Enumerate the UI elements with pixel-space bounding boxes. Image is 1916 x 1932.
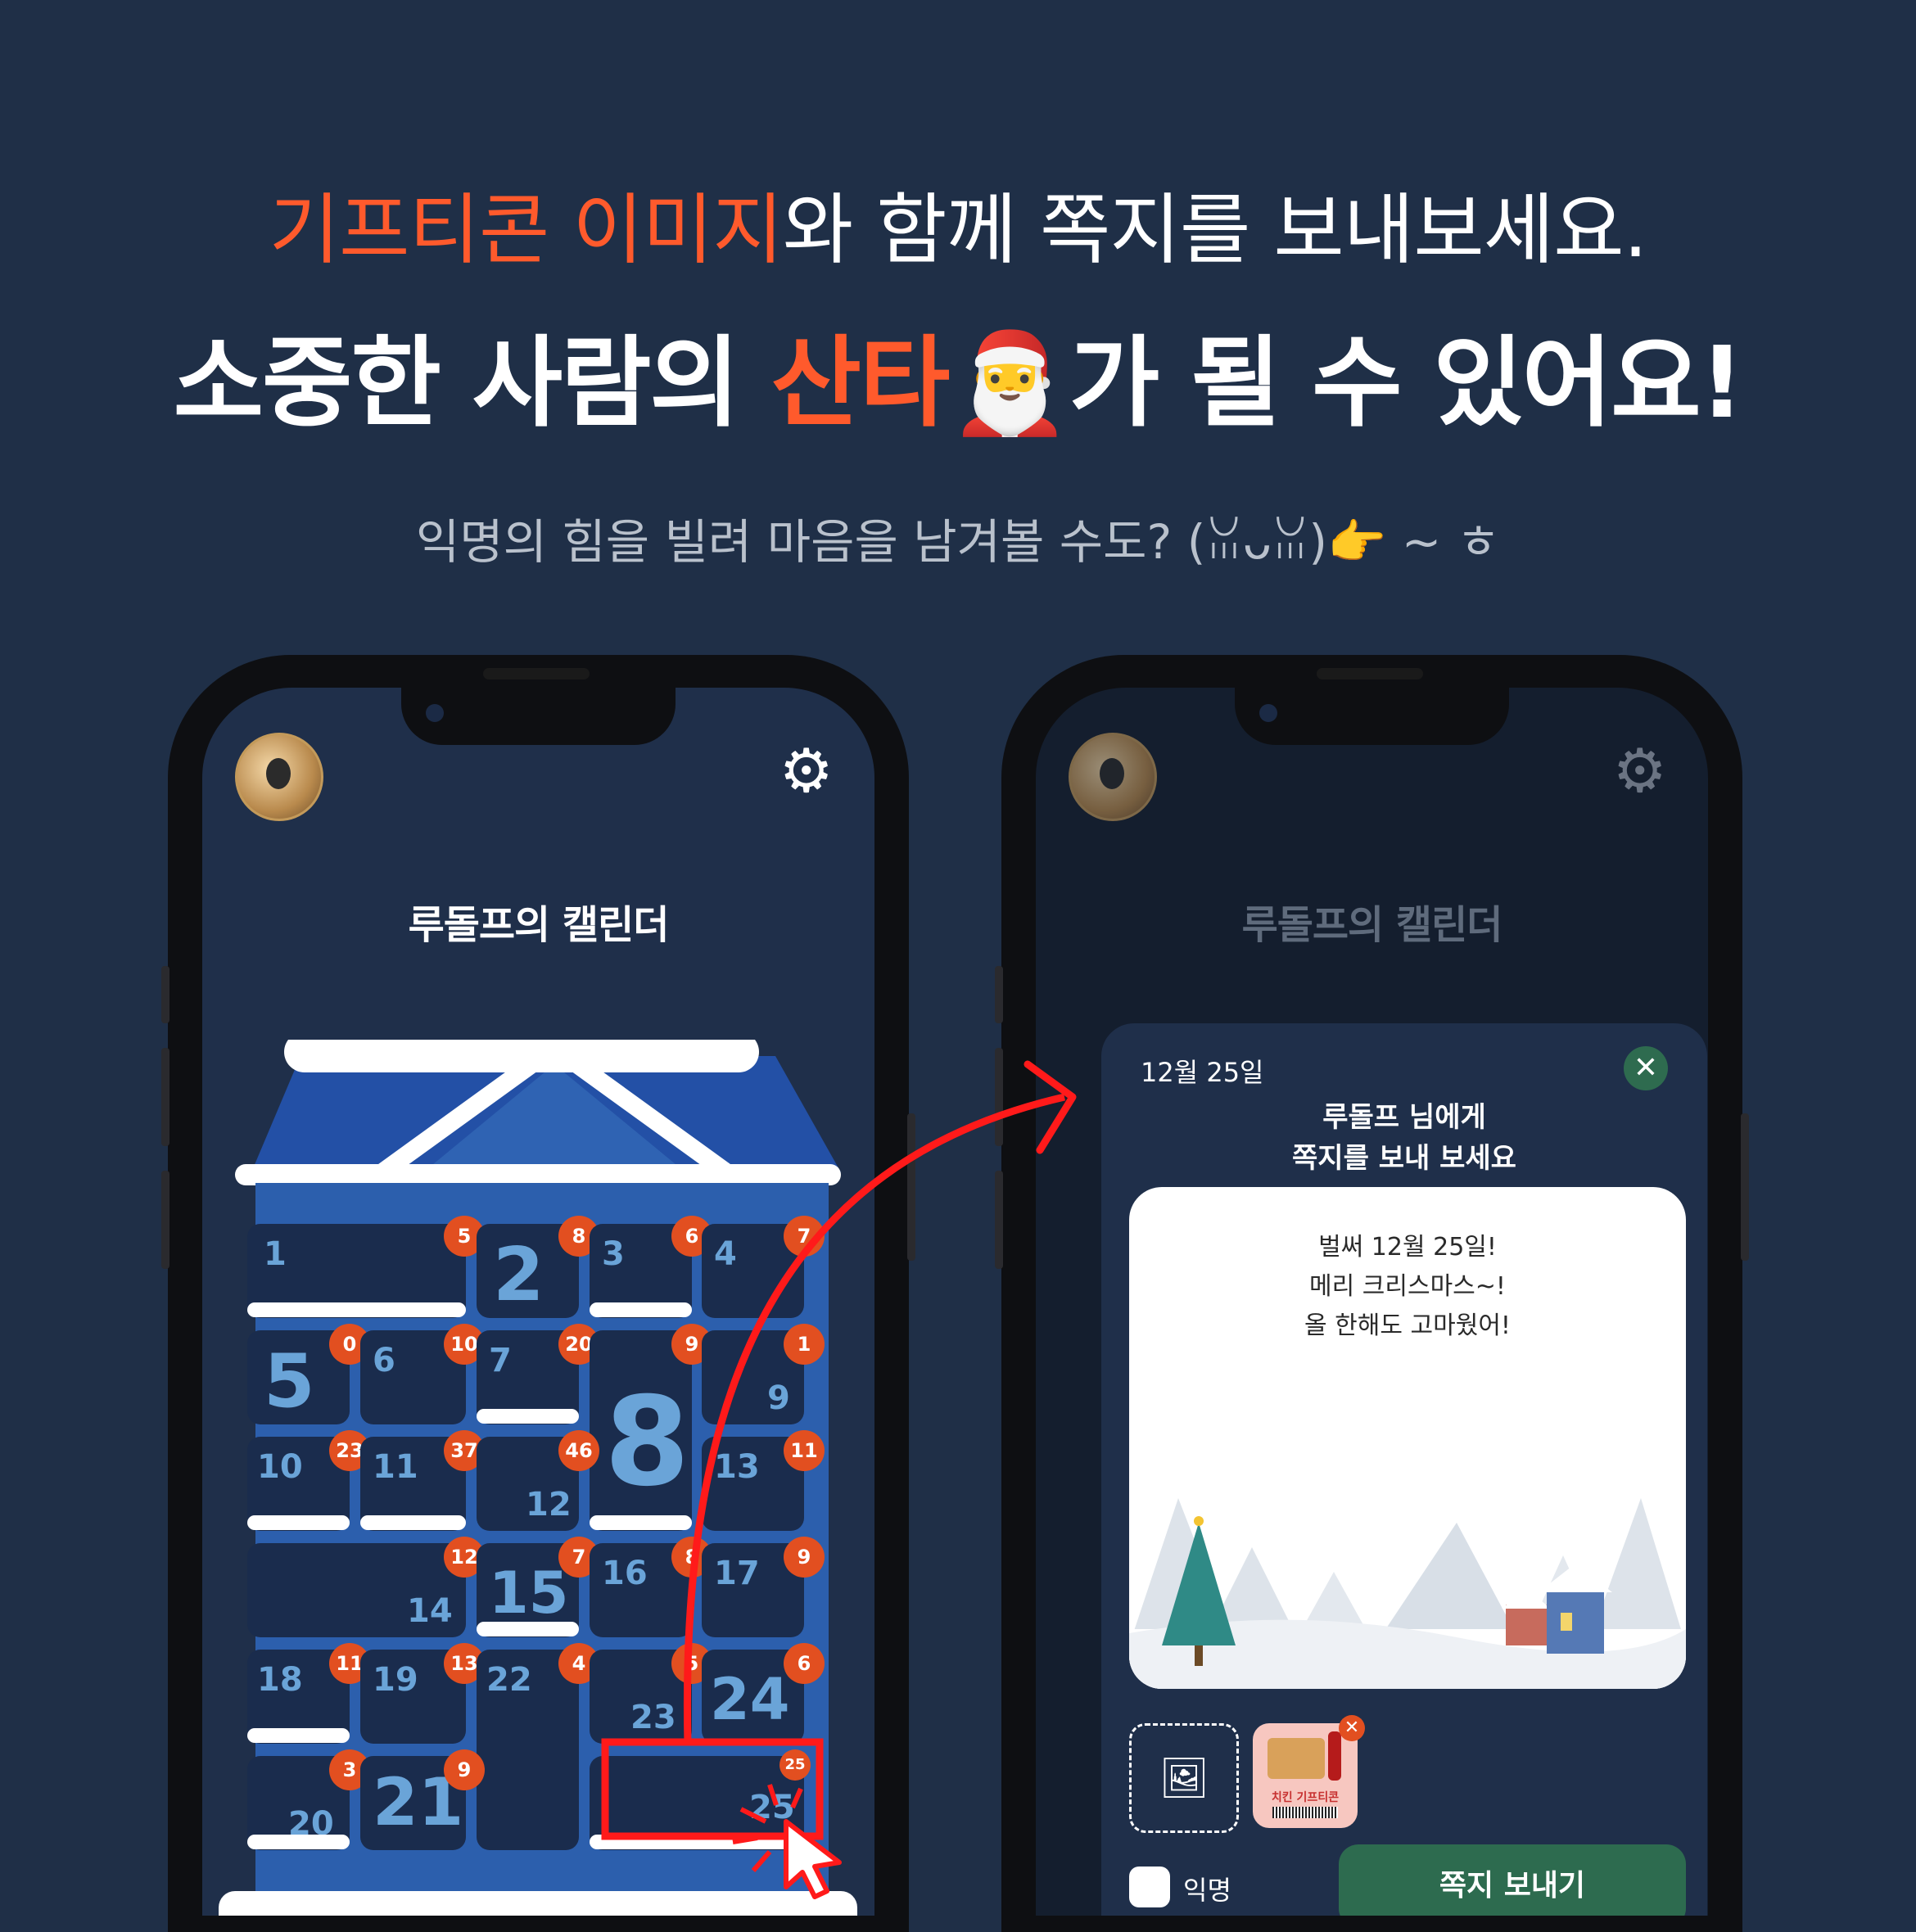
- santa-emoji: 🎅: [948, 327, 1070, 440]
- avatar[interactable]: [235, 733, 323, 821]
- headline2-before: 소중한 사람의: [173, 327, 771, 440]
- close-icon[interactable]: ✕: [1624, 1046, 1668, 1090]
- message-count-badge: 9: [444, 1749, 485, 1790]
- remove-gifticon-icon[interactable]: ✕: [1339, 1715, 1365, 1741]
- avatar[interactable]: [1069, 733, 1157, 821]
- camera-icon: [1259, 704, 1277, 722]
- anonymous-label: 익명: [1183, 1875, 1231, 1906]
- gear-icon[interactable]: ⚙: [780, 741, 834, 801]
- message-count-badge: 25: [780, 1749, 811, 1781]
- message-line: 메리 크리스마스~!: [1309, 1272, 1506, 1301]
- calendar-title: 루돌프의 캘린더: [408, 902, 670, 948]
- day-cell-8[interactable]: 8: [590, 1330, 692, 1531]
- modal-title-line2: 쪽지를 보내 보세요: [1292, 1142, 1516, 1175]
- camera-icon: [426, 704, 444, 722]
- message-line: 벌써 12월 25일!: [1318, 1233, 1497, 1262]
- modal-date: 12월 25일: [1141, 1057, 1264, 1088]
- day-cell-25[interactable]: 25: [590, 1756, 804, 1850]
- headline-line1: 기프티콘 이미지와 함께 쪽지를 보내보세요.: [0, 168, 1916, 279]
- right-phone: ⚙ 루돌프의 캘린더 12월 25일 ✕ 루돌프 님에게 쪽지를 보내 보세요 …: [995, 655, 1749, 1932]
- headline2-highlight: 산타: [770, 327, 951, 440]
- day-cell-14[interactable]: 14: [247, 1543, 466, 1637]
- right-screen: ⚙ 루돌프의 캘린더 12월 25일 ✕ 루돌프 님에게 쪽지를 보내 보세요 …: [1036, 688, 1708, 1916]
- message-text[interactable]: 벌써 12월 25일! 메리 크리스마스~! 올 한해도 고마웠어!: [1129, 1228, 1686, 1346]
- message-count-badge: 7: [784, 1216, 825, 1257]
- gifticon-thumbnail[interactable]: 치킨 기프티콘: [1253, 1723, 1358, 1828]
- headline-line2: 소중한 사람의 산타🎅가 될 수 있어요!: [0, 303, 1916, 445]
- send-message-button[interactable]: 쪽지 보내기: [1339, 1844, 1686, 1916]
- notch: [1235, 668, 1509, 745]
- notch: [401, 668, 676, 745]
- headline-highlight: 기프티콘 이미지: [269, 186, 783, 275]
- headline-rest: 와 함께 쪽지를 보내보세요.: [782, 186, 1648, 275]
- subline: 익명의 힘을 빌려 마음을 남겨볼 수도? (ꈍᴗꈍ)👉 ~ ㅎ: [415, 514, 1501, 570]
- message-modal: 12월 25일 ✕ 루돌프 님에게 쪽지를 보내 보세요 벌써 12월 25일!…: [1101, 1023, 1707, 1916]
- message-count-badge: 1: [784, 1324, 825, 1365]
- left-phone: ⚙ 루돌프의 캘린더 1 5 2 8 3 6 4 7 5 0 6 10 7 20…: [161, 655, 915, 1932]
- left-screen: ⚙ 루돌프의 캘린더 1 5 2 8 3 6 4 7 5 0 6 10 7 20…: [202, 688, 874, 1916]
- gear-icon[interactable]: ⚙: [1613, 741, 1667, 801]
- anonymous-checkbox[interactable]: [1129, 1867, 1170, 1907]
- message-count-badge: 6: [784, 1643, 825, 1684]
- add-image-icon[interactable]: 🖼: [1129, 1723, 1239, 1833]
- modal-title: 루돌프 님에게 쪽지를 보내 보세요: [1101, 1097, 1707, 1179]
- day-cell-1[interactable]: 1: [247, 1224, 466, 1318]
- message-line: 올 한해도 고마웠어!: [1304, 1311, 1511, 1340]
- message-count-badge: 46: [558, 1430, 599, 1471]
- calendar-title: 루돌프의 캘린더: [1241, 902, 1503, 948]
- message-card[interactable]: 벌써 12월 25일! 메리 크리스마스~! 올 한해도 고마웠어!: [1129, 1187, 1686, 1689]
- gifticon-label: 치킨 기프티콘: [1271, 1791, 1340, 1804]
- winter-scene-illustration: [1129, 1498, 1686, 1689]
- message-count-badge: 11: [784, 1430, 825, 1471]
- headline2-after: 가 될 수 있어요!: [1069, 327, 1744, 440]
- message-count-badge: 9: [784, 1537, 825, 1578]
- modal-title-line1: 루돌프 님에게: [1322, 1101, 1486, 1134]
- day-cell-22[interactable]: 22: [477, 1650, 579, 1850]
